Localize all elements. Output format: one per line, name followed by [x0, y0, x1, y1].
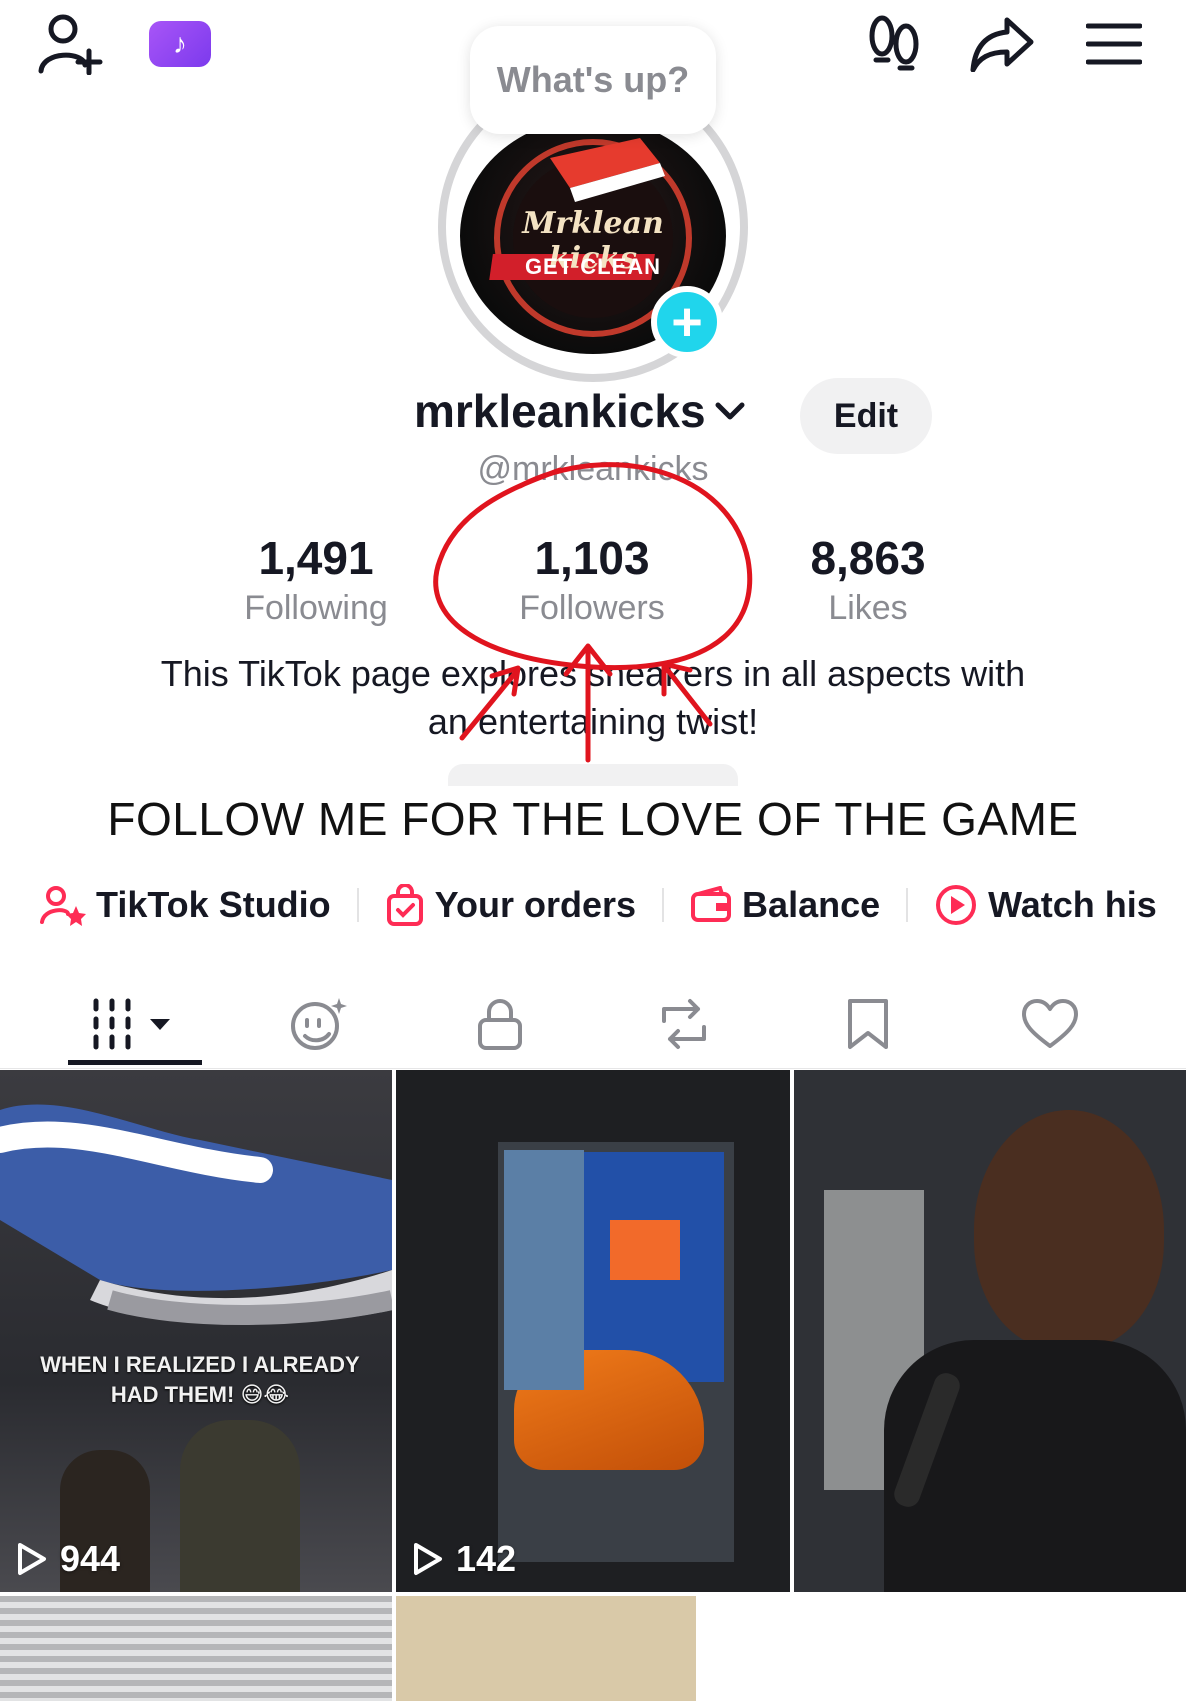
orders-bag-icon	[386, 884, 423, 926]
shortcut-label: Balance	[742, 884, 881, 925]
shortcut-watch-history[interactable]: Watch his	[934, 883, 1157, 927]
video-thumbnail[interactable]	[794, 1070, 1186, 1592]
play-icon	[414, 1543, 442, 1575]
shortcut-your-orders[interactable]: Your orders	[385, 884, 636, 926]
divider	[356, 888, 359, 922]
video-thumbnail[interactable]: 142	[396, 1070, 790, 1592]
shortcut-label: TikTok Studio	[96, 884, 331, 925]
play-history-icon	[936, 885, 977, 925]
edit-label: Edit	[833, 396, 899, 435]
followers-label: Followers	[519, 589, 665, 627]
view-count: 142	[412, 1538, 516, 1580]
view-count: 944	[16, 1538, 120, 1580]
add-friend-icon[interactable]	[34, 8, 106, 80]
menu-icon[interactable]	[1078, 8, 1150, 80]
bio-line-2: an entertaining twist!	[427, 701, 759, 742]
stat-followers[interactable]: 1,103 Followers	[462, 530, 722, 630]
followers-count: 1,103	[534, 532, 650, 584]
jeans-image	[504, 1150, 584, 1390]
stat-following[interactable]: 1,491 Following	[186, 530, 446, 630]
likes-label: Likes	[828, 589, 908, 627]
tab-reposts-face[interactable]	[258, 980, 378, 1068]
divider	[662, 888, 665, 922]
likes-count: 8,863	[810, 532, 926, 584]
tab-favorites[interactable]	[808, 980, 928, 1068]
following-label: Following	[244, 589, 388, 627]
avatar-banner-text: GET CLEAN	[524, 254, 662, 279]
add-avatar-button[interactable]: +	[651, 286, 723, 358]
status-bubble-text: What's up?	[496, 59, 690, 100]
play-icon	[18, 1543, 46, 1575]
status-bubble[interactable]: What's up?	[470, 26, 716, 134]
username-selector[interactable]: mrkleankicks	[414, 384, 748, 438]
studio-icon	[40, 886, 86, 926]
following-count: 1,491	[258, 532, 374, 584]
video-thumbnail[interactable]	[0, 1596, 392, 1701]
wallet-icon	[691, 886, 732, 922]
shortcut-row: TikTok Studio Your orders Balance Watch …	[40, 872, 1157, 938]
divider	[906, 888, 909, 922]
active-tab-indicator	[68, 1060, 202, 1065]
stat-likes[interactable]: 8,863 Likes	[738, 530, 998, 630]
follow-banner: FOLLOW ME FOR THE LOVE OF THE GAME	[107, 793, 1079, 845]
chevron-down-icon	[715, 402, 745, 420]
people-silhouettes	[180, 1420, 300, 1592]
nike-logo-box	[610, 1220, 680, 1280]
edit-profile-button[interactable]: Edit	[800, 378, 932, 454]
reposts-face-icon	[291, 998, 347, 1050]
footprints-icon[interactable]	[858, 8, 930, 80]
content-tabs	[0, 980, 1186, 1069]
tab-private[interactable]	[440, 980, 560, 1068]
view-count-value: 142	[456, 1538, 517, 1579]
videos-grid-icon	[93, 998, 170, 1050]
shortcut-label: Watch his	[988, 884, 1157, 925]
share-icon[interactable]	[966, 8, 1038, 80]
username: mrkleankicks	[414, 385, 706, 437]
shortcut-balance[interactable]: Balance	[690, 884, 880, 926]
plus-icon: +	[671, 292, 703, 352]
sneaker-image	[0, 1104, 392, 1325]
tab-videos[interactable]	[74, 980, 194, 1068]
video-thumbnail[interactable]: WHEN I REALIZED I ALREADY HAD THEM! 😅😂 9…	[0, 1070, 392, 1592]
tab-reposts[interactable]	[624, 980, 744, 1068]
bookmark-icon	[848, 999, 888, 1049]
person-head	[974, 1110, 1164, 1350]
tab-liked[interactable]	[990, 980, 1110, 1068]
repost-icon	[662, 999, 706, 1049]
video-thumbnail[interactable]	[396, 1596, 696, 1701]
heart-icon	[1022, 999, 1078, 1048]
bio-line-1: This TikTok page explores sneakers in al…	[160, 653, 1026, 694]
profile-bio: This TikTok page explores sneakers in al…	[80, 650, 1106, 746]
user-handle: @mrkleankicks	[477, 450, 709, 488]
view-count-value: 944	[60, 1538, 121, 1579]
shortcut-label: Your orders	[434, 884, 637, 925]
video-caption: WHEN I REALIZED I ALREADY HAD THEM! 😅😂	[40, 1352, 360, 1407]
tiktok-badge-icon[interactable]: ♪	[144, 8, 216, 80]
shortcut-tiktok-studio[interactable]: TikTok Studio	[40, 884, 331, 926]
lock-icon	[478, 999, 522, 1050]
